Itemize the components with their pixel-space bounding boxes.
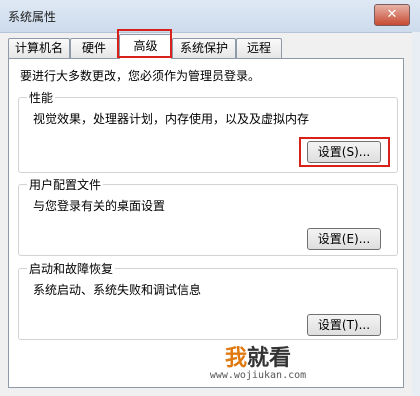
- tab-system-protection[interactable]: 系统保护: [172, 38, 236, 58]
- title-bar: 系统属性 ✕: [0, 0, 420, 33]
- system-properties-dialog: 系统属性 ✕ 计算机名 硬件 高级 系统保护 远程 要进行大多数更改，您必须作为…: [0, 0, 420, 396]
- performance-description: 视觉效果，处理器计划，内存使用，以及及虚拟内存: [33, 112, 310, 126]
- admin-notice: 要进行大多数更改，您必须作为管理员登录。: [20, 69, 261, 83]
- tab-highlight-box: [117, 29, 172, 58]
- startup-recovery-group-title: 启动和故障恢复: [27, 260, 116, 277]
- button-highlight-box: [299, 137, 390, 167]
- user-profiles-group-title: 用户配置文件: [27, 176, 104, 193]
- startup-recovery-settings-button[interactable]: 设置(T)...: [307, 314, 381, 336]
- window-edge: [412, 32, 420, 396]
- tab-hardware[interactable]: 硬件: [70, 38, 118, 58]
- close-button[interactable]: ✕: [374, 4, 410, 26]
- window-title: 系统属性: [8, 10, 57, 24]
- user-profiles-settings-button[interactable]: 设置(E)...: [307, 228, 381, 250]
- startup-recovery-description: 系统启动、系统失败和调试信息: [33, 283, 202, 297]
- watermark: 我就看 www.wojiukan.com: [208, 346, 308, 381]
- tab-remote[interactable]: 远程: [236, 38, 282, 58]
- user-profiles-description: 与您登录有关的桌面设置: [33, 199, 166, 213]
- watermark-logo: 我就看: [224, 346, 292, 371]
- tab-computer-name[interactable]: 计算机名: [8, 38, 70, 58]
- performance-group-title: 性能: [27, 89, 56, 106]
- watermark-url: www.wojiukan.com: [209, 370, 307, 381]
